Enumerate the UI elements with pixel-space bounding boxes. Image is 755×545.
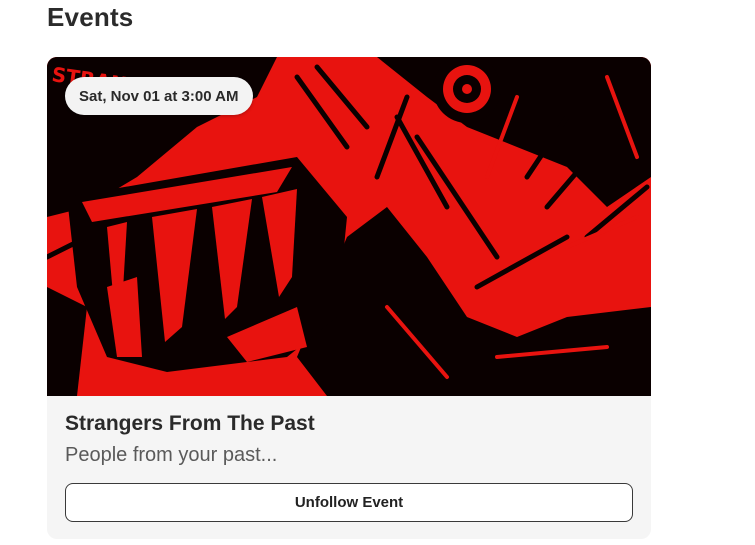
section-title: Events — [47, 2, 134, 32]
event-description: People from your past... — [65, 444, 278, 466]
event-title[interactable]: Strangers From The Past — [65, 412, 315, 436]
event-card-body: Strangers From The Past People from your… — [47, 396, 651, 539]
event-date-badge: Sat, Nov 01 at 3:00 AM — [65, 77, 253, 115]
unfollow-event-button[interactable]: Unfollow Event — [65, 483, 633, 522]
event-card[interactable]: STRANGERS PAST Sat, Nov 01 at 3:00 AM St… — [47, 57, 651, 539]
event-cover-image[interactable]: STRANGERS PAST Sat, Nov 01 at 3:00 AM — [47, 57, 651, 396]
